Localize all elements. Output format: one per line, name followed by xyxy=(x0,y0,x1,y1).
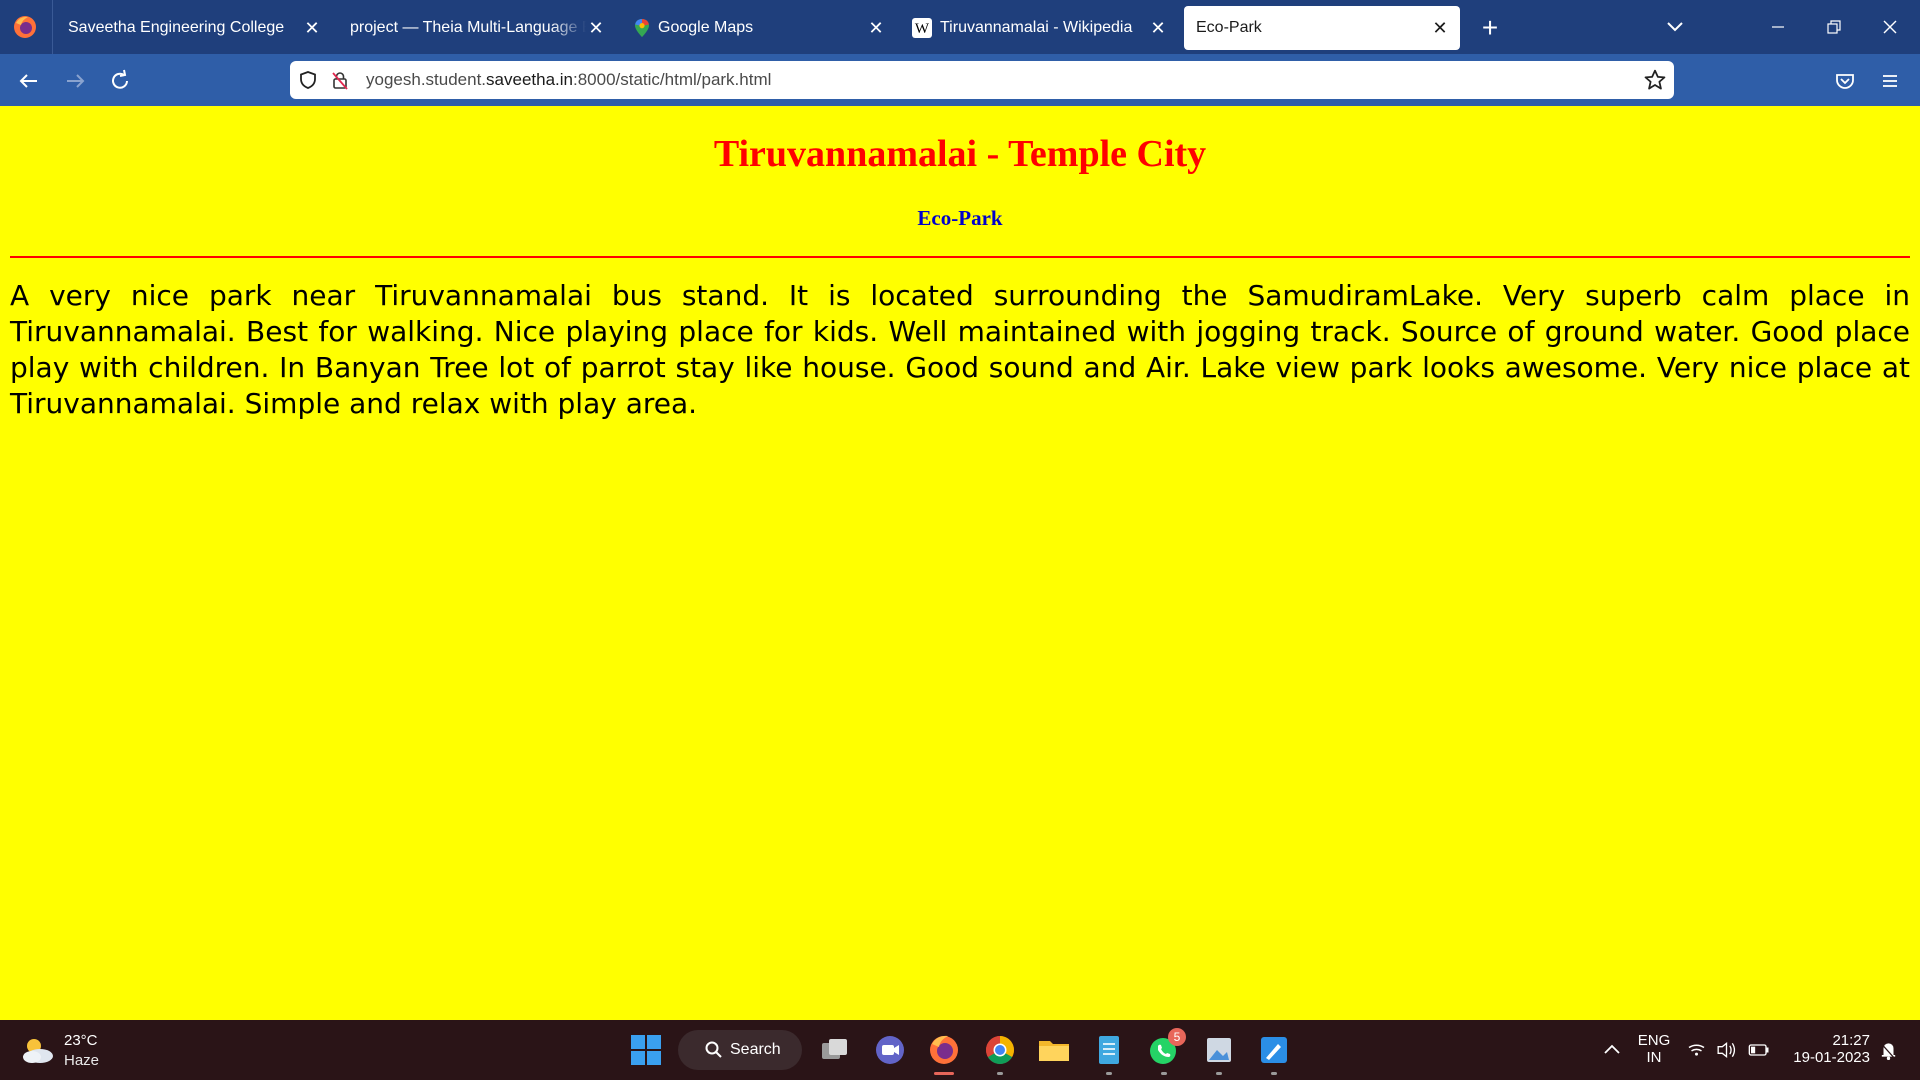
tab-title: Saveetha Engineering College xyxy=(68,19,285,36)
svg-text:W: W xyxy=(915,21,930,37)
close-icon[interactable]: ✕ xyxy=(586,6,606,50)
park-description: A very nice park near Tiruvannamalai bus… xyxy=(10,279,1910,420)
windows-start-icon[interactable] xyxy=(628,1032,664,1068)
language-code: ENG xyxy=(1637,1032,1671,1049)
back-icon[interactable] xyxy=(12,64,46,98)
taskbar-search[interactable]: Search xyxy=(678,1030,802,1070)
url-prefix: yogesh.student. xyxy=(366,70,487,89)
weather-desc: Haze xyxy=(64,1052,100,1069)
restore-icon[interactable] xyxy=(1806,0,1862,54)
language-indicator[interactable]: ENG IN xyxy=(1632,1032,1676,1066)
tab-title: Eco-Park xyxy=(1196,19,1262,36)
weather-temp: 23°C xyxy=(64,1032,98,1049)
app-running-indicator xyxy=(1106,1072,1112,1075)
close-window-icon[interactable] xyxy=(1862,0,1918,54)
tab-strip: Saveetha Engineering College ✕ project —… xyxy=(0,0,1920,54)
region-code: IN xyxy=(1646,1049,1662,1066)
firefox-taskbar-icon[interactable] xyxy=(926,1032,962,1068)
app-running-indicator xyxy=(1271,1072,1277,1075)
clock-date: 19-01-2023 xyxy=(1793,1049,1870,1066)
url-suffix: :8000/static/html/park.html xyxy=(572,70,772,89)
navigation-toolbar: yogesh.student.saveetha.in:8000/static/h… xyxy=(0,54,1920,106)
close-icon[interactable]: ✕ xyxy=(302,6,322,50)
url-host: saveetha.in xyxy=(486,70,573,89)
notepad-icon[interactable] xyxy=(1091,1032,1127,1068)
insecure-lock-icon[interactable] xyxy=(330,70,350,90)
tab-title: Tiruvannamalai - Wikipedia xyxy=(940,19,1133,36)
close-icon[interactable]: ✕ xyxy=(1430,6,1450,50)
clock-time: 21:27 xyxy=(1832,1032,1870,1049)
wikipedia-icon: W xyxy=(912,18,932,38)
search-icon xyxy=(705,1041,722,1058)
url-text[interactable]: yogesh.student.saveetha.in:8000/static/h… xyxy=(366,61,771,99)
shield-icon[interactable] xyxy=(298,70,318,90)
app-running-indicator xyxy=(1216,1072,1222,1075)
horizontal-rule xyxy=(10,256,1910,258)
task-view-icon[interactable] xyxy=(817,1032,853,1068)
reload-icon[interactable] xyxy=(103,64,137,98)
tab-theia-project[interactable]: project — Theia Multi-Language Ex ✕ xyxy=(338,6,610,50)
chevron-up-icon[interactable] xyxy=(1594,1032,1630,1068)
minimize-icon[interactable] xyxy=(1750,0,1806,54)
forward-icon[interactable] xyxy=(58,64,92,98)
bookmark-star-icon[interactable] xyxy=(1644,69,1666,91)
active-app-indicator xyxy=(934,1072,954,1075)
close-icon[interactable]: ✕ xyxy=(866,6,886,50)
wifi-icon[interactable] xyxy=(1684,1032,1714,1068)
page-subtitle: Eco-Park xyxy=(917,206,1003,230)
battery-icon[interactable] xyxy=(1746,1032,1776,1068)
pocket-icon[interactable] xyxy=(1828,64,1862,98)
hamburger-menu-icon[interactable] xyxy=(1873,64,1907,98)
tab-title: Google Maps xyxy=(658,19,754,36)
paint-icon[interactable] xyxy=(1256,1032,1292,1068)
file-explorer-icon[interactable] xyxy=(1036,1032,1072,1068)
app-running-indicator xyxy=(1161,1072,1167,1075)
page-title: Tiruvannamalai - Temple City xyxy=(713,133,1207,175)
tab-title: project — Theia Multi-Language Ex xyxy=(350,19,586,36)
cloud-sun-icon xyxy=(23,1039,53,1063)
photo-viewer-icon[interactable] xyxy=(1201,1032,1237,1068)
search-label: Search xyxy=(730,1041,781,1058)
close-icon[interactable]: ✕ xyxy=(1148,6,1168,50)
tab-divider xyxy=(52,0,53,54)
volume-icon[interactable] xyxy=(1714,1032,1744,1068)
teams-chat-icon[interactable] xyxy=(872,1032,908,1068)
tab-eco-park[interactable]: Eco-Park ✕ xyxy=(1184,6,1460,50)
clock[interactable]: 21:27 19-01-2023 xyxy=(1786,1032,1870,1066)
notification-badge: 5 xyxy=(1168,1028,1186,1046)
maps-pin-icon xyxy=(635,19,649,37)
notification-bell-icon[interactable] xyxy=(1876,1032,1906,1068)
weather-widget[interactable]: 23°C Haze xyxy=(20,1032,140,1072)
app-running-indicator xyxy=(997,1072,1003,1075)
tab-wikipedia[interactable]: W Tiruvannamalai - Wikipedia ✕ xyxy=(906,6,1178,50)
tab-saveetha[interactable]: Saveetha Engineering College ✕ xyxy=(56,6,328,50)
tab-google-maps[interactable]: Google Maps ✕ xyxy=(624,6,896,50)
firefox-menu-icon[interactable] xyxy=(12,14,38,40)
taskbar: 23°C Haze Search 5 ENG IN 21:27 19-01-20… xyxy=(0,1020,1920,1080)
chevron-down-icon[interactable] xyxy=(1660,10,1690,44)
page-content: Tiruvannamalai - Temple City Eco-Park A … xyxy=(0,106,1920,1020)
new-tab-button[interactable]: + xyxy=(1474,6,1506,50)
chrome-icon[interactable] xyxy=(982,1032,1018,1068)
url-bar[interactable]: yogesh.student.saveetha.in:8000/static/h… xyxy=(290,61,1674,99)
